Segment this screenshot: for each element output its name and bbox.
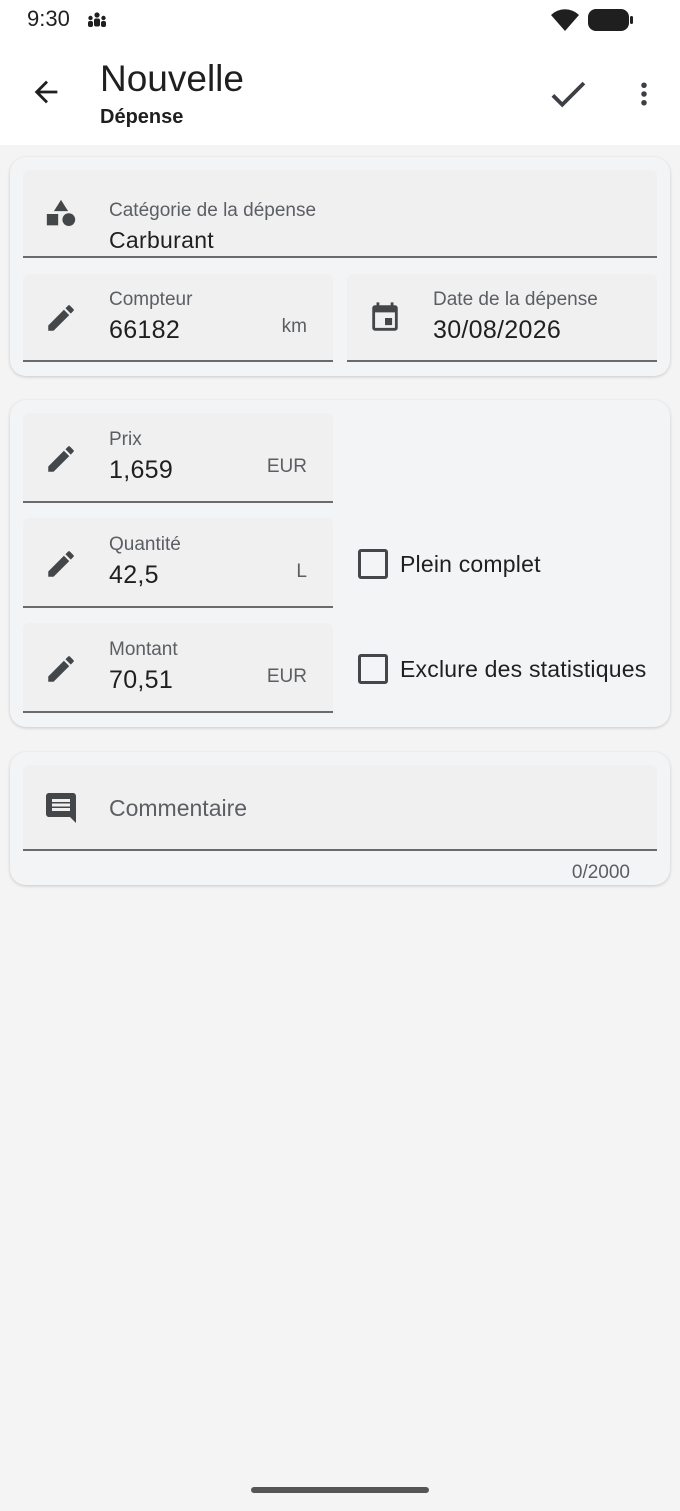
- quantity-label: Quantité: [109, 534, 181, 555]
- wifi-icon: [550, 7, 580, 38]
- full-tank-label: Plein complet: [400, 550, 541, 577]
- comment-counter: 0/2000: [571, 862, 630, 883]
- pencil-icon: [43, 546, 79, 582]
- odometer-field[interactable]: Compteur 66182 km: [23, 274, 333, 362]
- amount-value: 70,51: [109, 666, 174, 694]
- quantity-field[interactable]: Quantité 42,5 L: [23, 518, 333, 608]
- pencil-icon: [43, 300, 79, 336]
- exclude-stats-label: Exclure des statistiques: [400, 655, 647, 682]
- full-tank-checkbox-row[interactable]: Plein complet: [358, 549, 541, 579]
- check-icon[interactable]: [540, 66, 596, 122]
- amount-field[interactable]: Montant 70,51 EUR: [23, 623, 333, 713]
- comment-placeholder: Commentaire: [109, 795, 248, 821]
- price-label: Prix: [109, 429, 142, 450]
- comment-card: Commentaire 0/2000: [10, 752, 670, 885]
- quantity-unit: L: [296, 561, 307, 582]
- price-field[interactable]: Prix 1,659 EUR: [23, 413, 333, 503]
- date-field[interactable]: Date de la dépense 30/08/2026: [347, 274, 657, 362]
- pencil-icon: [43, 441, 79, 477]
- app-bar: Nouvelle Dépense: [0, 40, 680, 145]
- pencil-icon: [43, 651, 79, 687]
- amount-unit: EUR: [266, 666, 307, 687]
- status-bar: 9:30: [0, 0, 680, 40]
- comment-field[interactable]: Commentaire: [23, 765, 657, 851]
- category-label: Catégorie de la dépense: [109, 200, 317, 221]
- quantity-value: 42,5: [109, 561, 159, 589]
- shapes-icon: [43, 196, 79, 232]
- odometer-value: 66182: [109, 316, 181, 344]
- date-label: Date de la dépense: [433, 289, 598, 310]
- vehicle-info-card: Catégorie de la dépense Carburant Compte…: [10, 157, 670, 376]
- exclude-stats-checkbox-row[interactable]: Exclure des statistiques: [358, 654, 646, 684]
- odometer-unit: km: [281, 316, 307, 337]
- more-vert-icon[interactable]: [620, 70, 668, 118]
- exclude-stats-checkbox[interactable]: [358, 654, 388, 684]
- price-value: 1,659: [109, 456, 174, 484]
- page-subtitle: Dépense: [100, 106, 184, 128]
- date-value: 30/08/2026: [433, 316, 562, 344]
- home-indicator[interactable]: [251, 1487, 429, 1493]
- odometer-label: Compteur: [109, 289, 193, 310]
- category-field[interactable]: Catégorie de la dépense Carburant: [23, 170, 657, 258]
- full-tank-checkbox[interactable]: [358, 549, 388, 579]
- price-unit: EUR: [266, 456, 307, 477]
- fuel-card: Prix 1,659 EUR Quantité 42,5 L Montant 7…: [10, 400, 670, 727]
- calendar-icon: [367, 300, 403, 336]
- comment-icon: [43, 790, 79, 826]
- category-value: Carburant: [109, 227, 214, 253]
- battery-icon: [588, 8, 634, 37]
- arrow-back-icon[interactable]: [22, 68, 70, 116]
- status-time: 9:30: [27, 6, 70, 31]
- page-title: Nouvelle: [100, 58, 244, 99]
- people-group-icon: [86, 11, 108, 34]
- amount-label: Montant: [109, 639, 178, 660]
